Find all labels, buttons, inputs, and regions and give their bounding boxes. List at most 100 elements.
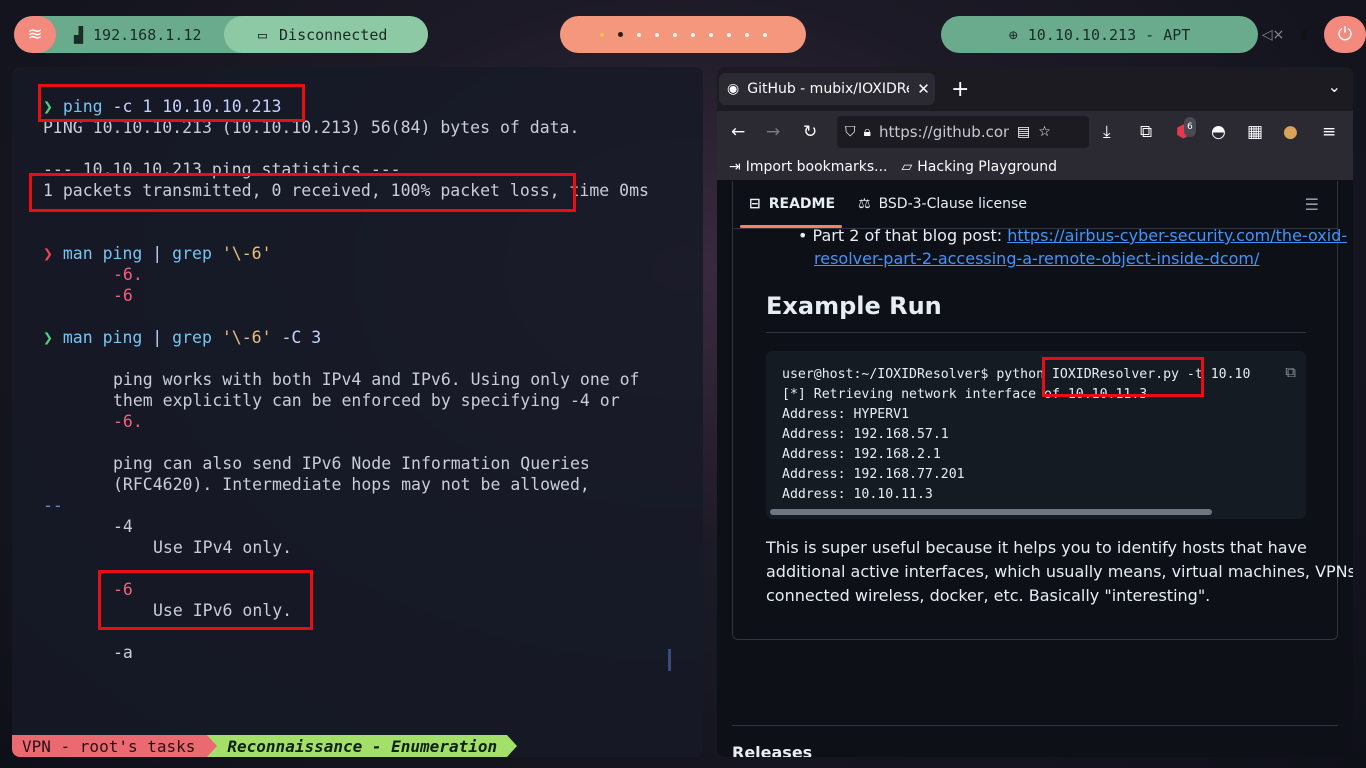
folder-icon: ▱ — [901, 158, 913, 175]
list-item: • Part 2 of that blog post: https://airb… — [798, 226, 1348, 245]
new-tab-plus-icon[interactable]: + — [951, 77, 969, 102]
example-run-heading: Example Run — [766, 292, 942, 320]
bookmark-star-icon[interactable]: ☆ — [1038, 124, 1051, 140]
law-scale-icon: ⚖ — [858, 196, 871, 212]
wappalyzer-icon[interactable]: ▦ — [1247, 122, 1263, 142]
vpn-status-widget: ▭ Disconnected — [224, 16, 428, 53]
paragraph-line: This is super useful because it helps yo… — [766, 538, 1307, 557]
github-favicon-icon: ◉ — [727, 81, 740, 97]
network-icon: ▟ — [74, 25, 84, 44]
terminal-window[interactable]: ❯ ping -c 1 10.10.10.213 PING 10.10.10.2… — [12, 67, 703, 757]
releases-heading[interactable]: Releases — [732, 743, 812, 757]
highlight-box — [98, 570, 313, 630]
ublock-origin-icon[interactable]: ⬢6 — [1176, 117, 1196, 142]
terminal-line: -4 — [113, 517, 133, 536]
vpn-status-text: Disconnected — [279, 25, 388, 44]
volume-muted-icon[interactable]: ◁× — [1262, 27, 1285, 43]
hamburger-menu-icon[interactable]: ≡ — [1322, 122, 1336, 142]
browser-window: ◉ GitHub - mubix/IOXIDResolver ✕ + ⌄ ← →… — [717, 67, 1353, 757]
power-icon: ⏻ — [1337, 24, 1353, 45]
highlight-box — [1042, 357, 1204, 397]
foxyproxy-icon[interactable]: ◓ — [1211, 122, 1226, 142]
releases-divider — [732, 725, 1338, 726]
readme-card: ⊟ README ⚖ BSD-3-Clause license ☰ • Part… — [732, 181, 1353, 640]
workspace-1[interactable] — [599, 32, 604, 37]
topbar-right: ⊕ 10.10.10.213 - APT ◁× ▮ ⏻ — [941, 16, 1366, 53]
status-separator — [207, 735, 218, 757]
highlight-box — [29, 173, 576, 212]
heading-rule — [766, 332, 1306, 333]
ublock-badge: 6 — [1184, 117, 1196, 137]
airbus-link[interactable]: https://airbus-cyber-security.com/the-ox… — [1007, 226, 1347, 245]
workspace-2[interactable] — [617, 32, 623, 37]
workspace-6[interactable] — [690, 32, 695, 37]
extensions-puzzle-icon[interactable]: ⧉ — [1140, 122, 1152, 142]
tmux-status-bar: VPN - root's tasks Reconnaissance - Enum… — [12, 735, 518, 757]
book-icon: ⊟ — [749, 196, 761, 212]
code-line: Address: 10.10.11.3 — [782, 487, 933, 502]
reload-icon[interactable]: ↻ — [803, 122, 817, 142]
topbar-left: ≋ ▟ 192.168.1.12 ▭ Disconnected — [14, 16, 428, 53]
url-bar[interactable]: ⛉ 🔒︎ https://github.com/mubix/IOXIDResol… — [837, 116, 1089, 148]
bookmark-import[interactable]: ⇥ Import bookmarks... — [729, 159, 888, 175]
terminal-line: (RFC4620). Intermediate hops may not be … — [113, 475, 590, 494]
code-line: Address: HYPERV1 — [782, 407, 910, 422]
tab-title: GitHub - mubix/IOXIDResolver — [747, 81, 909, 97]
copy-icon[interactable]: ⧉ — [1285, 363, 1296, 381]
crosshair-icon: ⊕ — [1008, 25, 1018, 44]
terminal-line: -6 — [113, 286, 133, 305]
page-content: ⊟ README ⚖ BSD-3-Clause license ☰ • Part… — [717, 181, 1353, 757]
code-line: Address: 192.168.2.1 — [782, 447, 941, 462]
import-icon: ⇥ — [729, 158, 741, 175]
workspace-9[interactable] — [744, 32, 749, 37]
terminal-line: Use IPv4 only. — [153, 538, 293, 557]
tab-readme[interactable]: ⊟ README — [749, 196, 835, 212]
airbus-link-continued[interactable]: resolver-part-2-accessing-a-remote-objec… — [814, 249, 1259, 268]
code-scrollbar[interactable] — [770, 509, 1212, 515]
shield-icon[interactable]: ⛉ — [845, 124, 856, 140]
workspace-3[interactable] — [636, 32, 641, 37]
tab-close-icon[interactable]: ✕ — [917, 80, 930, 98]
reader-view-icon[interactable]: ▤ — [1017, 124, 1030, 140]
terminal-cursor — [668, 649, 671, 671]
workspace-8[interactable] — [726, 32, 731, 37]
local-ip-text: 192.168.1.12 — [93, 25, 202, 44]
workspace-switcher — [560, 16, 806, 53]
workspace-10[interactable] — [762, 32, 767, 37]
terminal-line: -6. — [113, 265, 143, 284]
lock-icon[interactable]: 🔒︎ — [864, 124, 871, 140]
terminal-line: -6. — [113, 412, 143, 431]
laptop-icon: ▭ — [258, 25, 268, 44]
task-name: Reconnaissance - Enumeration — [217, 735, 508, 757]
back-arrow-icon[interactable]: ← — [731, 122, 745, 142]
kali-dragon-icon: ≋ — [27, 24, 43, 45]
tab-github[interactable]: ◉ GitHub - mubix/IOXIDResolver ✕ — [719, 73, 935, 105]
tab-license[interactable]: ⚖ BSD-3-Clause license — [858, 196, 1027, 212]
code-block[interactable]: user@host:~/IOXIDResolver$ python IOXIDR… — [766, 351, 1306, 519]
highlight-box — [38, 84, 305, 122]
kali-launcher-button[interactable]: ≋ — [14, 16, 56, 53]
workspace-7[interactable] — [708, 32, 713, 37]
terminal-line: -- — [43, 496, 63, 515]
local-ip-widget: ▟ 192.168.1.12 — [56, 16, 224, 53]
tab-strip: ◉ GitHub - mubix/IOXIDResolver ✕ + ⌄ — [717, 67, 1353, 111]
target-text: 10.10.10.213 - APT — [1027, 25, 1191, 44]
downloads-icon[interactable]: ⤓ — [1103, 122, 1111, 142]
cookie-editor-icon[interactable]: ● — [1283, 122, 1298, 142]
terminal-line: ❯ man ping | grep '\-6' — [43, 244, 272, 263]
system-tray: ◁× ▮ ⏻ — [1258, 16, 1366, 53]
url-text[interactable]: https://github.com/mubix/IOXIDResolver — [879, 123, 1009, 141]
bookmark-folder-hacking[interactable]: ▱ Hacking Playground — [902, 159, 1058, 175]
battery-icon[interactable]: ▮ — [1300, 27, 1308, 43]
workspace-4[interactable] — [654, 32, 659, 37]
session-name: VPN - root's tasks — [12, 735, 208, 757]
paragraph-line: connected wireless, docker, etc. Basical… — [766, 586, 1211, 605]
terminal-line: ping can also send IPv6 Node Information… — [113, 454, 590, 473]
list-all-tabs-chevron-icon[interactable]: ⌄ — [1328, 77, 1341, 96]
power-button[interactable]: ⏻ — [1324, 16, 1366, 53]
code-line: Address: 192.168.57.1 — [782, 427, 949, 442]
terminal-line: ping works with both IPv4 and IPv6. Usin… — [113, 370, 640, 389]
forward-arrow-icon[interactable]: → — [766, 122, 780, 142]
outline-list-icon[interactable]: ☰ — [1305, 195, 1319, 214]
workspace-5[interactable] — [672, 32, 677, 37]
